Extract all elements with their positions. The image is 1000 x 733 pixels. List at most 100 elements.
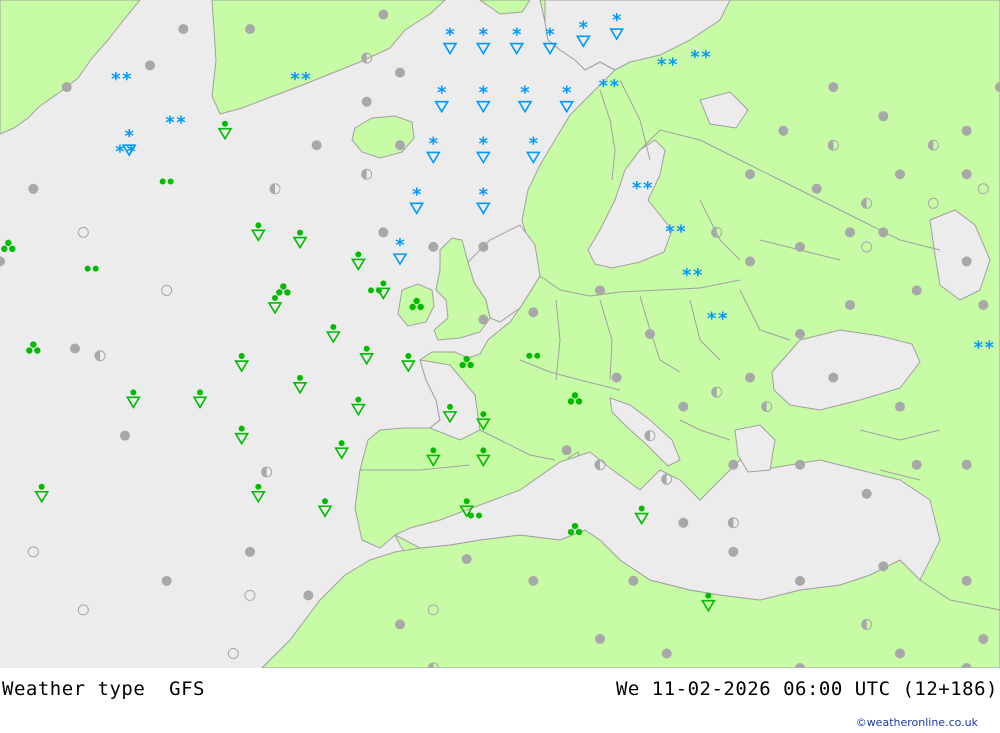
rain-drop-icon [567, 528, 575, 536]
overcast-dot-icon [728, 546, 739, 557]
cloud-symbol [961, 125, 972, 136]
rain-drop-icon [459, 361, 466, 369]
cloud-symbol [528, 307, 539, 318]
overcast-dot-icon [628, 575, 639, 586]
rain-drop-icon [338, 440, 345, 447]
rain-drop-icon [409, 303, 416, 311]
cloud-symbol [120, 430, 130, 441]
snow-star-icon: * [668, 54, 678, 75]
overcast-dot-icon [611, 372, 622, 383]
rain-drop-icon [355, 396, 362, 403]
rain-drop-icon [368, 287, 374, 294]
snow-star-icon: * [599, 76, 609, 97]
cloud-symbol [145, 60, 155, 71]
rain-drop-icon [9, 245, 16, 253]
overcast-dot-icon [878, 111, 889, 122]
rain-drop-icon [430, 447, 437, 454]
cloud-symbol [961, 169, 972, 180]
cloud-symbol [361, 96, 372, 107]
snow-star-icon: * [122, 69, 132, 90]
snow-star-icon: * [545, 25, 555, 46]
cloud-symbol [728, 546, 739, 557]
cloud-symbol [978, 633, 989, 644]
cloud-symbol [595, 633, 605, 644]
rain-drop-icon [463, 355, 470, 363]
overcast-dot-icon [745, 169, 755, 180]
cloud-symbol [395, 140, 405, 151]
overcast-dot-icon [961, 575, 972, 586]
snow-star-icon: * [682, 265, 692, 286]
rain-drop-icon [130, 389, 137, 396]
snow-star-icon: * [676, 221, 686, 242]
rain-drop-icon [84, 265, 91, 272]
snow-star-icon: * [445, 25, 455, 46]
rain-drop-icon [405, 353, 412, 360]
cloud-symbol [61, 82, 72, 93]
overcast-dot-icon [595, 285, 605, 296]
snow-star-icon: * [657, 54, 667, 75]
snow2-symbol: * * [165, 112, 186, 133]
overcast-dot-icon [678, 401, 689, 412]
rain-drop-icon [567, 398, 575, 405]
rain-drop-icon [480, 411, 487, 418]
cloud-symbol [528, 575, 539, 586]
rain-drop-icon [705, 592, 712, 599]
overcast-dot-icon [395, 140, 405, 151]
snow2-symbol: * * [111, 69, 132, 90]
site-credit-link[interactable]: ©weatheronline.co.uk [856, 716, 978, 729]
snow-star-icon: * [412, 184, 422, 205]
snow-star-icon: * [165, 112, 175, 133]
rain-drop-icon [322, 498, 328, 505]
overcast-dot-icon [145, 60, 155, 71]
cloud-symbol [478, 241, 489, 252]
overcast-dot-icon [428, 241, 439, 252]
rain-drop-icon [159, 178, 166, 185]
cloud-symbol [245, 24, 255, 35]
snow2-symbol: * * [690, 47, 711, 68]
cloud-symbol [745, 256, 755, 267]
rain-drop-icon [238, 353, 245, 360]
cloud-symbol [911, 459, 922, 470]
cloud-symbol [428, 241, 439, 252]
overcast-dot-icon [795, 575, 805, 586]
rain-drop-icon [297, 374, 303, 381]
cloud-symbol [795, 575, 805, 586]
rain-drop-icon [355, 251, 362, 258]
snow-star-icon: * [612, 10, 622, 31]
overcast-dot-icon [795, 459, 805, 470]
snow-star-icon: * [395, 235, 405, 256]
cloud-symbol [895, 169, 905, 180]
cloud-symbol [778, 125, 789, 136]
rain-drop-icon [238, 425, 245, 432]
overcast-dot-icon [645, 329, 655, 339]
cloud-symbol [378, 227, 389, 238]
overcast-dot-icon [595, 633, 605, 644]
rain-drop-icon [476, 512, 482, 519]
overcast-dot-icon [661, 648, 672, 659]
overcast-dot-icon [120, 430, 130, 441]
snow-star-icon: * [111, 69, 121, 90]
cloud-symbol [661, 648, 672, 659]
snow-star-icon: * [974, 338, 984, 359]
rain-drop-icon [197, 389, 203, 396]
overcast-dot-icon [395, 67, 405, 78]
overcast-dot-icon [678, 517, 689, 528]
snow2-symbol: * * [632, 178, 653, 199]
cloud-symbol [861, 488, 872, 499]
overcast-dot-icon [28, 183, 39, 194]
snow-star-icon: * [985, 338, 995, 359]
snow-star-icon: * [479, 133, 489, 154]
cloud-symbol [461, 554, 472, 565]
cloud-symbol [678, 517, 689, 528]
rain-drop-icon [167, 178, 174, 185]
cloud-symbol [245, 546, 255, 557]
snow2-symbol: * * [599, 76, 620, 97]
rain-drop-icon [417, 303, 424, 311]
overcast-dot-icon [245, 24, 255, 35]
cloud-symbol [895, 648, 905, 659]
overcast-dot-icon [911, 285, 922, 296]
snow2-symbol: * * [657, 54, 678, 75]
snow-star-icon: * [643, 178, 653, 199]
rain-drop-icon [26, 347, 33, 354]
cloud-symbol [378, 9, 389, 20]
